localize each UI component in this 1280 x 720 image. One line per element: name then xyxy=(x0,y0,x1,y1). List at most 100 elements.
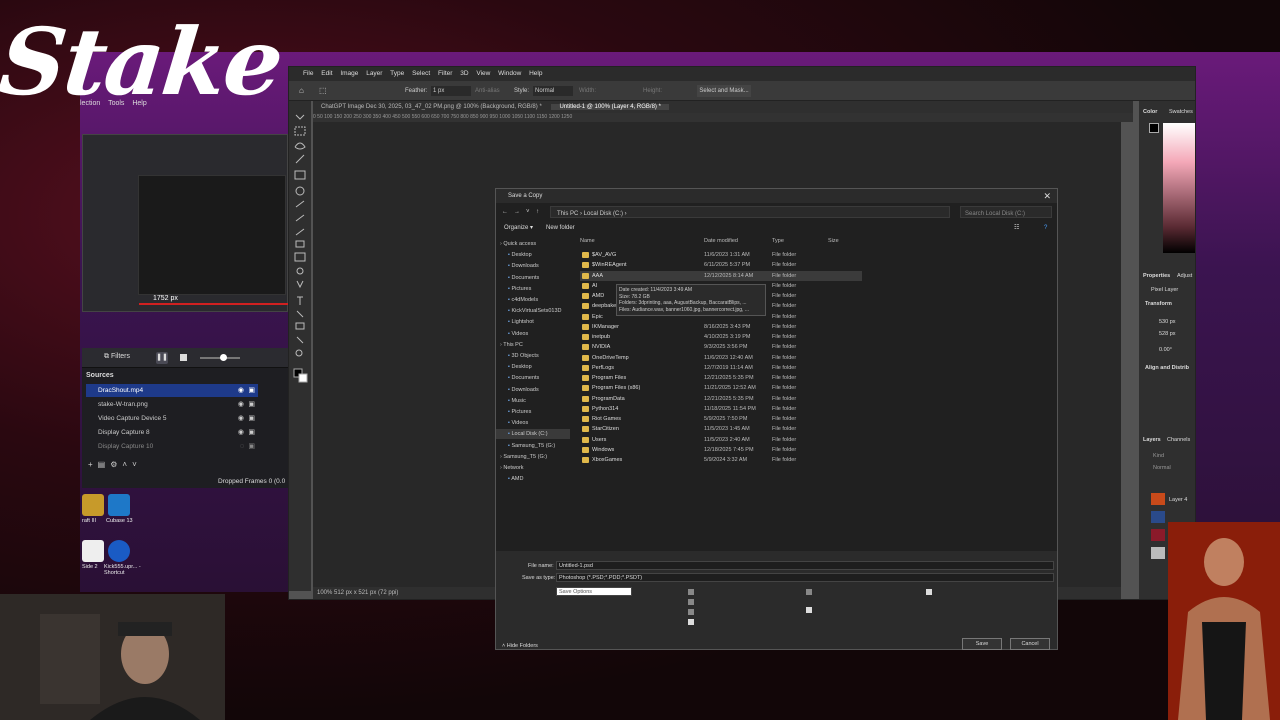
nav-item[interactable]: ▪ Lightshot xyxy=(508,317,534,327)
marquee-icon[interactable]: ⬚ xyxy=(319,81,327,101)
address-bar[interactable]: This PC › Local Disk (C:) › xyxy=(550,206,950,218)
layer-thumbnail[interactable] xyxy=(1151,493,1165,505)
tool-icons[interactable] xyxy=(289,101,311,401)
nav-item[interactable]: › This PC xyxy=(500,340,523,350)
source-item[interactable]: Display Capture 10 ◌ ▣ xyxy=(86,440,258,453)
nav-item[interactable]: ▪ KickVirtualSets013D xyxy=(508,306,562,316)
file-row[interactable]: OneDriveTemp 11/6/2023 12:40 AM File folde… xyxy=(580,353,862,363)
trash-icon[interactable]: ▤ xyxy=(98,460,111,469)
color-tab[interactable]: Color xyxy=(1143,109,1157,115)
lock-icon[interactable]: ▣ xyxy=(248,426,255,439)
angle-value[interactable]: 0.00° xyxy=(1159,347,1172,353)
nav-item[interactable]: ▪ Videos xyxy=(508,418,528,428)
anti-alias-checkbox[interactable]: Anti-alias xyxy=(475,81,500,101)
cubase-icon[interactable] xyxy=(108,494,130,516)
organize-button[interactable]: Organize ▾ xyxy=(504,221,533,235)
color-picker-field[interactable] xyxy=(1163,123,1195,253)
source-item[interactable]: DracShout.mp4 ◉ ▣ xyxy=(86,384,258,397)
nav-item[interactable]: ▪ Local Disk (C:) xyxy=(496,429,570,440)
option-checkbox[interactable] xyxy=(688,609,694,615)
eye-icon[interactable]: ◉ xyxy=(238,412,244,425)
nav-item[interactable]: ▪ Documents xyxy=(508,373,539,383)
add-icon[interactable]: + xyxy=(88,460,98,469)
file-row[interactable]: Program Files 12/21/2025 5:35 PM File fold… xyxy=(580,373,862,383)
height-value[interactable]: 528 px xyxy=(1159,331,1176,337)
close-icon[interactable]: ✕ xyxy=(1043,189,1051,203)
file-row[interactable]: NVIDIA 9/3/2025 3:56 PM File folder xyxy=(580,342,862,352)
lock-icon[interactable]: ▣ xyxy=(248,384,255,397)
option-checkbox[interactable] xyxy=(926,589,932,595)
chevron-down-icon[interactable]: ˅ xyxy=(132,460,142,469)
file-row[interactable]: Windows 12/18/2025 7:45 PM File folder xyxy=(580,445,862,455)
option-checkbox[interactable] xyxy=(688,589,694,595)
file-row[interactable]: Program Files (x86) 11/21/2025 12:52 AM Fi… xyxy=(580,383,862,393)
gear-icon[interactable]: ⚙ xyxy=(110,460,122,469)
view-options-icon[interactable]: ☷ xyxy=(1014,221,1019,235)
save-button[interactable]: Save xyxy=(962,638,1002,650)
obs-menu-item[interactable]: lection xyxy=(80,100,100,107)
ps-menu-layer[interactable]: Layer xyxy=(366,70,382,77)
ps-menu-edit[interactable]: Edit xyxy=(321,70,332,77)
ps-menu-help[interactable]: Help xyxy=(529,70,542,77)
nav-item[interactable]: ▪ AMD xyxy=(508,474,523,484)
obs-menu-item[interactable]: Help xyxy=(132,100,146,107)
nav-item[interactable]: ▪ Pictures xyxy=(508,407,531,417)
forward-arrow-icon[interactable]: → xyxy=(514,205,520,219)
ps-menu-view[interactable]: View xyxy=(476,70,490,77)
chevron-down-icon[interactable]: ˅ xyxy=(526,205,530,219)
nav-item[interactable]: › Quick access xyxy=(500,239,536,249)
stop-icon[interactable] xyxy=(180,354,187,361)
nav-item[interactable]: ▪ Downloads xyxy=(508,385,539,395)
new-folder-button[interactable]: New folder xyxy=(546,221,575,235)
seek-handle[interactable] xyxy=(220,354,227,361)
style-select[interactable]: Normal xyxy=(533,86,573,96)
select-and-mask-button[interactable]: Select and Mask... xyxy=(697,85,751,97)
file-row[interactable]: StarCitizen 11/5/2023 1:45 AM File folder xyxy=(580,424,862,434)
file-row[interactable]: $AV_AVG 11/6/2023 1:31 AM File folder xyxy=(580,250,862,260)
save-options-button[interactable]: Save Options xyxy=(556,587,632,596)
document-tab-active[interactable]: Untitled-1 @ 100% (Layer 4, RGB/8) * xyxy=(551,104,669,110)
back-arrow-icon[interactable]: ← xyxy=(502,205,508,219)
ps-menu-filter[interactable]: Filter xyxy=(438,70,452,77)
layer-thumbnail[interactable] xyxy=(1151,529,1165,541)
chevron-up-icon[interactable]: ˄ xyxy=(122,460,132,469)
app-shortcut-icon[interactable] xyxy=(82,540,104,562)
file-row[interactable]: $WinREAgent 6/11/2025 5:37 PM File folder xyxy=(580,260,862,270)
nav-item[interactable]: › Samsung_T5 (G:) xyxy=(500,452,547,462)
lock-icon[interactable]: ▣ xyxy=(248,412,255,425)
nav-item[interactable]: ▪ Documents xyxy=(508,273,539,283)
layer-kind-filter[interactable]: Kind xyxy=(1153,453,1164,459)
layer-name[interactable]: Layer 4 xyxy=(1169,497,1187,503)
obs-preview[interactable]: 1752 px xyxy=(82,134,289,312)
blend-mode-select[interactable]: Normal xyxy=(1153,465,1171,471)
option-checkbox[interactable] xyxy=(806,607,812,613)
ps-menu-window[interactable]: Window xyxy=(498,70,521,77)
column-type[interactable]: Type xyxy=(772,236,784,246)
nav-item[interactable]: ▪ Music xyxy=(508,396,526,406)
file-row[interactable]: IKManager 8/16/2025 3:43 PM File folder xyxy=(580,322,862,332)
source-item[interactable]: Display Capture 8 ◉ ▣ xyxy=(86,426,258,439)
lock-icon[interactable]: ▣ xyxy=(248,398,255,411)
nav-item[interactable]: ▪ c4dModels xyxy=(508,295,538,305)
eye-icon[interactable]: ◉ xyxy=(238,426,244,439)
channels-tab[interactable]: Channels xyxy=(1167,437,1190,443)
ps-menu-select[interactable]: Select xyxy=(412,70,430,77)
source-item[interactable]: Video Capture Device 5 ◉ ▣ xyxy=(86,412,258,425)
option-checkbox[interactable] xyxy=(688,619,694,625)
save-type-select[interactable]: Photoshop (*.PSD;*.PDD;*.PSDT) xyxy=(556,573,1054,582)
properties-tab[interactable]: Properties xyxy=(1143,273,1170,279)
nav-item[interactable]: ▪ Samsung_T5 (G:) xyxy=(508,441,555,451)
help-icon[interactable]: ? xyxy=(1044,221,1047,235)
nav-item[interactable]: ▪ Desktop xyxy=(508,362,532,372)
file-row[interactable]: Python314 11/18/2025 11:54 PM File folder xyxy=(580,404,862,414)
layers-tab[interactable]: Layers xyxy=(1143,437,1161,443)
nav-item[interactable]: ▪ Downloads xyxy=(508,261,539,271)
unreal-icon[interactable] xyxy=(108,540,130,562)
adjust-tab[interactable]: Adjust xyxy=(1177,273,1192,279)
home-icon[interactable]: ⌂ xyxy=(299,81,304,101)
feather-input[interactable]: 1 px xyxy=(431,86,471,96)
source-item[interactable]: stake-W-tran.png ◉ ▣ xyxy=(86,398,258,411)
column-name[interactable]: Name xyxy=(580,236,595,246)
file-row[interactable]: inetpub 4/10/2025 3:19 PM File folder xyxy=(580,332,862,342)
layer-thumbnail[interactable] xyxy=(1151,547,1165,559)
